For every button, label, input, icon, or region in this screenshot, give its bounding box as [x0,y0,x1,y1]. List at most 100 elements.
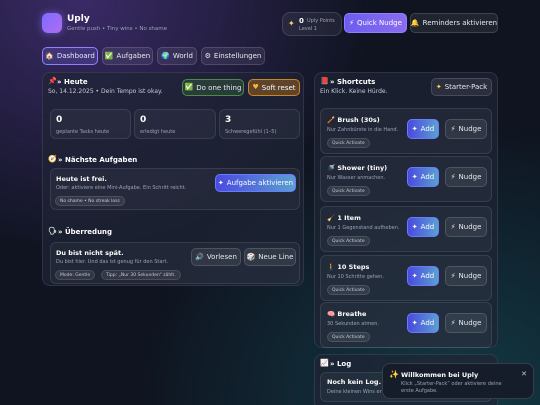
toast-title: Willkommen bei Uply [401,371,479,379]
nudge-button[interactable]: ⚡ Nudge [445,167,487,187]
tab-dashboard[interactable]: 🏠 Dashboard [42,47,98,65]
brain-icon: 🧠 [327,310,336,318]
sparkle-icon: ✦ [217,178,224,187]
plus-icon: ✦ [411,222,418,231]
next-card-title: Heute ist frei. [56,175,107,183]
welcome-toast: ✨ Willkommen bei Uply Klick „Starter-Pac… [382,363,534,399]
quick-activate-badge[interactable]: Quick Activate [327,332,370,342]
shortcut-name: Breathe [337,310,367,318]
stat-value: 3 [225,115,232,125]
compass-icon: 🧭 [48,155,57,163]
quick-activate-badge[interactable]: Quick Activate [327,236,370,246]
lightning-icon: ⚡ [349,18,355,27]
toothbrush-icon: 🪥 [327,116,336,124]
chart-icon: 📈 [320,359,329,367]
sparkle-icon: ✦ [288,19,295,28]
add-label: Add [420,272,435,280]
plus-icon: ✦ [411,271,418,280]
nudge-label: Nudge [458,173,482,181]
no-shame-badge: No shame • No streak loss [55,196,125,206]
today-pin-icon: 📌 [48,77,57,85]
heart-icon: ♥ [252,83,259,91]
persuasion-card-text: Du bist hier. Und das ist genug für den … [56,259,169,265]
next-task-card: Heute ist frei. Oder: aktiviere eine Min… [50,168,300,210]
activate-task-button[interactable]: ✦ Aufgabe aktivieren [215,174,296,192]
lightning-icon: ⚡ [450,222,456,231]
points-label: Uply Points [307,18,335,24]
shortcut-desc: Nur Wasser anmachen. [327,175,386,181]
reminders-label: Reminders aktivieren [422,19,498,27]
add-button[interactable]: ✦ Add [407,119,439,139]
checkbox-icon: ✅ [104,51,114,60]
shortcut-name-row: 🧹 1 Item [327,214,361,222]
new-line-button[interactable]: 🎲 Neue Line [244,248,296,266]
toast-text: Klick „Starter-Pack“ oder aktiviere dein… [401,381,502,394]
today-date-line: So, 14.12.2025 • Dein Tempo ist okay. [48,88,163,95]
sparkle-icon: ✨ [389,370,399,379]
add-button[interactable]: ✦ Add [407,167,439,187]
speech-icon: 🗣 [48,227,57,235]
shortcut-name: Brush (30s) [337,116,380,124]
nudge-button[interactable]: ⚡ Nudge [445,217,487,237]
stat-label: erledigt heute [140,129,176,135]
bell-icon: 🔔 [410,18,420,27]
close-icon[interactable]: ✕ [521,370,527,378]
quick-nudge-button[interactable]: ⚡ Quick Nudge [344,13,407,33]
shortcut-name-row: 🚶 10 Steps [327,263,369,271]
stat-label: geplante Tasks heute [56,129,110,135]
log-card-text: Deine kleinen Wins er [327,389,382,395]
activate-task-label: Aufgabe aktivieren [226,179,294,187]
app-header: Uply Gentle push • Tiny wins • No shame … [42,12,498,38]
tab-aufgaben-label: Aufgaben [116,52,151,60]
quick-activate-badge[interactable]: Quick Activate [327,285,370,295]
shortcut-desc: Nur 10 Schritte gehen. [327,274,384,280]
quick-activate-badge[interactable]: Quick Activate [327,138,370,148]
shortcut-card: 🚶 10 Steps Nur 10 Schritte gehen. Quick … [320,255,492,301]
stat-value: 0 [140,115,147,125]
shortcut-name-row: 🧠 Breathe [327,310,366,318]
persuasion-card-title: Du bist nicht spät. [56,249,124,257]
shortcuts-title: » Shortcuts [330,78,376,86]
shortcuts-icon: 📕 [320,77,329,85]
tab-aufgaben[interactable]: ✅ Aufgaben [102,47,153,65]
nudge-button[interactable]: ⚡ Nudge [445,119,487,139]
shortcut-desc: Nur 1 Gegenstand aufheben. [327,225,400,231]
quick-activate-badge[interactable]: Quick Activate [327,186,370,196]
nudge-label: Nudge [458,223,482,231]
quick-nudge-label: Quick Nudge [357,19,402,27]
shortcut-name-row: 🚿 Shower (tiny) [327,164,387,172]
next-tasks-title: » Nächste Aufgaben [58,156,138,164]
tab-world[interactable]: 🌍 World [157,47,197,65]
log-title: » Log [330,360,352,368]
level-label: Level 1 [299,26,317,32]
mode-badge: Mode: Gentle [55,270,96,280]
plus-icon: ✦ [411,172,418,181]
stat-card: 0 geplante Tasks heute [50,109,131,139]
lightning-icon: ⚡ [450,318,456,327]
shortcut-name: 10 Steps [337,263,370,271]
starter-pack-button[interactable]: ✦ Starter-Pack [431,78,492,96]
do-one-thing-button[interactable]: ✅ Do one thing [182,79,244,96]
log-card-title: Noch kein Log. [327,378,382,386]
reminders-button[interactable]: 🔔 Reminders aktivieren [410,13,498,33]
add-label: Add [420,319,435,327]
nudge-button[interactable]: ⚡ Nudge [445,313,487,333]
speaker-icon: 🔊 [195,252,204,261]
plus-icon: ✦ [411,318,418,327]
soft-reset-button[interactable]: ♥ Soft reset [248,79,300,96]
tab-einstellungen[interactable]: ⚙ Einstellungen [201,47,265,65]
persuasion-title: » Überredung [58,228,113,236]
read-aloud-button[interactable]: 🔊 Vorlesen [191,248,241,266]
add-button[interactable]: ✦ Add [407,217,439,237]
persuasion-card: Du bist nicht spät. Du bist hier. Und da… [50,242,300,284]
add-button[interactable]: ✦ Add [407,313,439,333]
nudge-label: Nudge [458,125,482,133]
tab-einstellungen-label: Einstellungen [213,52,262,60]
footsteps-icon: 🚶 [327,263,336,271]
shortcut-card: 🧹 1 Item Nur 1 Gegenstand aufheben. Quic… [320,206,492,252]
add-button[interactable]: ✦ Add [407,266,439,286]
nudge-button[interactable]: ⚡ Nudge [445,266,487,286]
shortcut-name: Shower (tiny) [337,164,388,172]
dice-icon: 🎲 [246,252,256,261]
nudge-label: Nudge [458,319,482,327]
